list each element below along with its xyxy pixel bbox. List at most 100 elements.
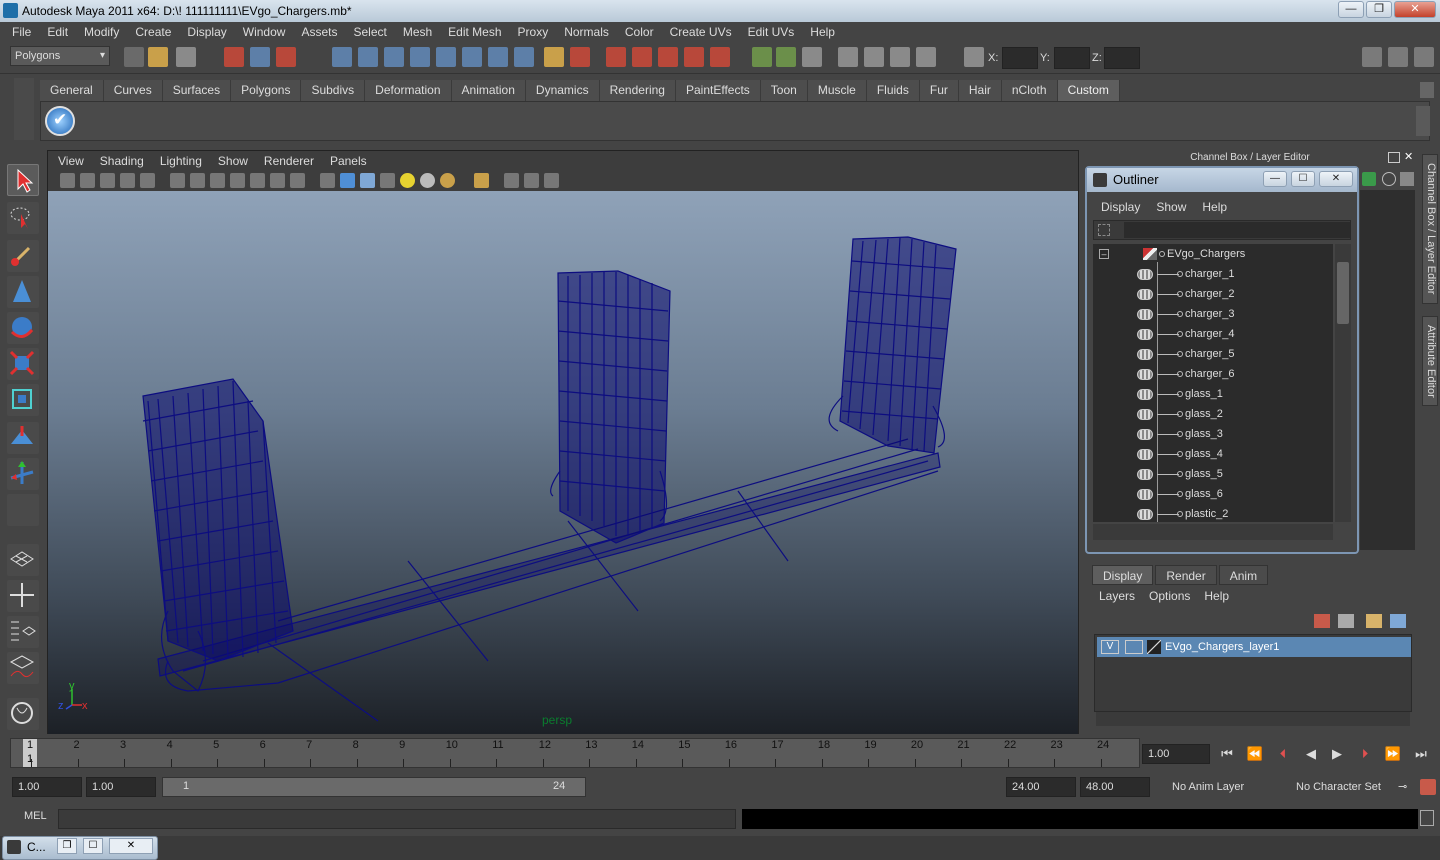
snap-grid-icon[interactable]	[606, 47, 626, 67]
menu-normals[interactable]: Normals	[556, 22, 617, 42]
menu-modify[interactable]: Modify	[76, 22, 127, 42]
z-field[interactable]	[1104, 47, 1140, 69]
smooth-shade-icon[interactable]	[340, 173, 355, 188]
outliner-vertical-scrollbar[interactable]	[1335, 244, 1351, 522]
character-set-dropdown[interactable]: No Character Set	[1292, 777, 1396, 797]
select-by-object-icon[interactable]	[250, 47, 270, 67]
tab-painteffects[interactable]: PaintEffects	[675, 80, 761, 101]
shelf-scroll-arrows[interactable]	[1416, 106, 1430, 136]
preferences-icon[interactable]	[1420, 779, 1436, 795]
menu-select[interactable]: Select	[345, 22, 394, 42]
create-empty-layer-icon[interactable]	[1366, 614, 1382, 628]
outliner-item[interactable]: glass_5	[1093, 464, 1333, 484]
outliner-item[interactable]: glass_1	[1093, 384, 1333, 404]
dynamics-mask-icon[interactable]	[462, 47, 482, 67]
character-key-icon[interactable]: ⊸	[1398, 780, 1412, 794]
tab-custom[interactable]: Custom	[1057, 80, 1120, 101]
tab-toon[interactable]: Toon	[760, 80, 808, 101]
step-forward-frame-icon[interactable]: ⏩	[1382, 745, 1404, 763]
use-all-lights-icon[interactable]	[400, 173, 415, 188]
shelf-trash-icon[interactable]	[1420, 82, 1434, 98]
outliner-horizontal-scrollbar[interactable]	[1093, 524, 1333, 540]
last-tool-used-icon[interactable]	[7, 494, 39, 526]
outliner-menu-show[interactable]: Show	[1148, 198, 1194, 216]
outliner-item[interactable]: glass_4	[1093, 444, 1333, 464]
playback-end-field[interactable]: 24.00	[1006, 777, 1076, 797]
layer-menu-layers[interactable]: Layers	[1092, 587, 1142, 605]
xray-icon[interactable]	[504, 173, 519, 188]
open-scene-icon[interactable]	[148, 47, 168, 67]
menu-mesh[interactable]: Mesh	[395, 22, 440, 42]
graph-editor-layout-icon[interactable]	[7, 652, 39, 684]
outliner-item[interactable]: glass_3	[1093, 424, 1333, 444]
grid-toggle-icon[interactable]	[170, 173, 185, 188]
move-layer-up-icon[interactable]	[1314, 614, 1330, 628]
snap-view-plane-icon[interactable]	[684, 47, 704, 67]
render-current-frame-icon[interactable]	[864, 47, 884, 67]
outliner-close-button[interactable]: ✕	[1319, 171, 1353, 187]
layer-menu-options[interactable]: Options	[1142, 587, 1197, 605]
resolution-gate-icon[interactable]	[210, 173, 225, 188]
show-tool-settings-icon[interactable]	[1388, 47, 1408, 67]
menu-proxy[interactable]: Proxy	[510, 22, 557, 42]
new-scene-icon[interactable]	[124, 47, 144, 67]
snap-curve-icon[interactable]	[632, 47, 652, 67]
step-back-frame-icon[interactable]: ⏪	[1244, 745, 1266, 763]
output-history-icon[interactable]	[776, 47, 796, 67]
y-field[interactable]	[1054, 47, 1090, 69]
range-slider[interactable]: 1 24	[162, 777, 586, 797]
play-backwards-icon[interactable]: ◀	[1300, 745, 1322, 763]
soft-modification-icon[interactable]	[7, 422, 39, 454]
xray-joints-icon[interactable]	[524, 173, 539, 188]
outliner-layout-icon[interactable]	[7, 616, 39, 648]
panel-menu-show[interactable]: Show	[210, 151, 256, 171]
2d-pan-zoom-icon[interactable]	[140, 173, 155, 188]
3d-viewport[interactable]: persp y x z	[48, 191, 1078, 734]
camera-attributes-icon[interactable]	[80, 173, 95, 188]
field-chart-icon[interactable]	[250, 173, 265, 188]
tab-rendering[interactable]: Rendering	[599, 80, 676, 101]
misc-mask-icon[interactable]	[514, 47, 534, 67]
checkmark-shelf-icon[interactable]	[45, 106, 75, 136]
wireframe-mode-icon[interactable]	[320, 173, 335, 188]
tab-polygons[interactable]: Polygons	[231, 80, 302, 101]
anim-layer-dropdown[interactable]: No Anim Layer	[1168, 777, 1286, 797]
backface-culling-icon[interactable]	[544, 173, 559, 188]
shelf-menu-handle[interactable]	[14, 78, 34, 140]
tab-fur[interactable]: Fur	[919, 80, 959, 101]
outliner-item[interactable]: charger_6	[1093, 364, 1333, 384]
menu-help[interactable]: Help	[802, 22, 843, 42]
tab-dynamics[interactable]: Dynamics	[525, 80, 600, 101]
menu-create[interactable]: Create	[127, 22, 179, 42]
snap-point-icon[interactable]	[658, 47, 678, 67]
layer-row[interactable]: V EVgo_Chargers_layer1	[1097, 637, 1411, 657]
save-scene-icon[interactable]	[176, 47, 196, 67]
outliner-item[interactable]: charger_3	[1093, 304, 1333, 324]
maximize-button[interactable]: ❐	[1366, 1, 1392, 18]
textured-icon[interactable]	[380, 173, 395, 188]
outliner-item[interactable]: glass_2	[1093, 404, 1333, 424]
menu-window[interactable]: Window	[235, 22, 294, 42]
menu-create-uvs[interactable]: Create UVs	[662, 22, 740, 42]
mel-label[interactable]: MEL	[24, 810, 47, 822]
show-channel-box-icon[interactable]	[1414, 47, 1434, 67]
go-to-end-icon[interactable]: ⏭	[1410, 745, 1432, 763]
four-view-layout-icon[interactable]	[7, 580, 39, 612]
safe-title-icon[interactable]	[290, 173, 305, 188]
tab-curves[interactable]: Curves	[103, 80, 163, 101]
select-tool-icon[interactable]	[7, 164, 39, 196]
lock-selection-icon[interactable]	[544, 47, 564, 67]
highlight-selection-icon[interactable]	[570, 47, 590, 67]
outliner-item-root[interactable]: – EVgo_Chargers	[1093, 244, 1333, 264]
outliner-item[interactable]: charger_2	[1093, 284, 1333, 304]
minimize-button[interactable]: —	[1338, 1, 1364, 18]
show-attribute-editor-icon[interactable]	[1362, 47, 1382, 67]
isolate-select-icon[interactable]	[474, 173, 489, 188]
start-time-field[interactable]: 1.00	[12, 777, 82, 797]
bookmarks-icon[interactable]	[100, 173, 115, 188]
panel-menu-lighting[interactable]: Lighting	[152, 151, 210, 171]
filter-select-icon[interactable]	[1098, 224, 1110, 236]
panel-menu-view[interactable]: View	[50, 151, 92, 171]
wireframe-on-shaded-icon[interactable]	[360, 173, 375, 188]
close-window-button[interactable]: ✕	[109, 838, 153, 854]
